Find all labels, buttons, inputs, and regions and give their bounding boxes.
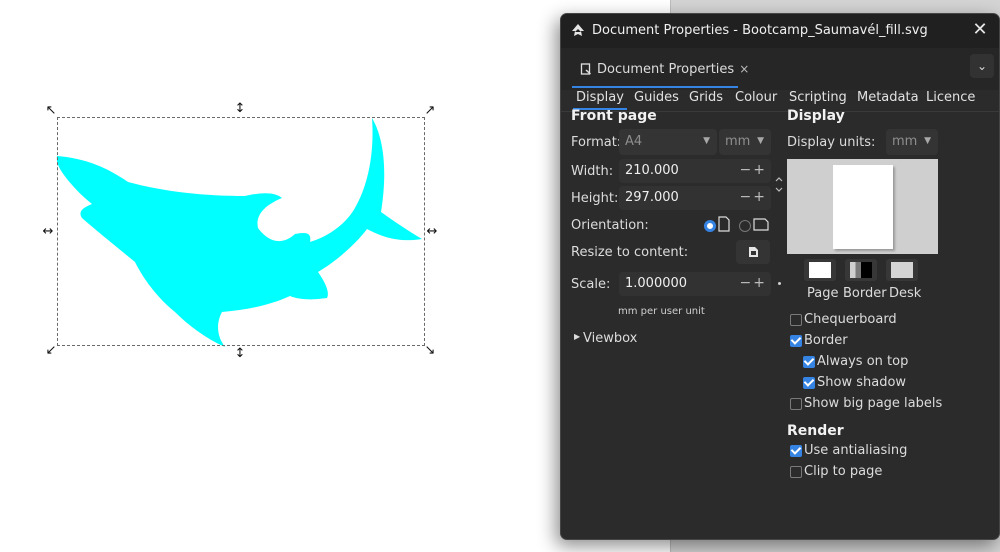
render-heading: Render [787,423,844,439]
link-dimensions-icon[interactable] [774,174,784,196]
ne-scale-handle[interactable]: ↗ [423,104,437,118]
chequerboard-label: Chequerboard [804,312,897,327]
expander-arrow-icon[interactable]: ▶ [574,332,580,341]
tab-licence[interactable]: Licence [926,90,975,105]
antialiasing-label: Use antialiasing [804,443,908,458]
chevron-down-icon: ▼ [757,136,764,146]
tab-scripting[interactable]: Scripting [789,90,847,105]
landscape-page-icon [753,218,769,231]
document-properties-tab[interactable]: Document Properties × [572,55,757,83]
width-value: 210.000 [625,163,679,178]
border-colour-swatch[interactable] [845,259,877,281]
selection-bounding-box [57,117,425,346]
desk-swatch-label: Desk [889,286,922,301]
page-swatch-label: Page [807,286,839,301]
height-field[interactable]: 297.000 −+ [619,186,771,210]
clip-to-page-label: Clip to page [804,464,883,479]
nw-scale-handle[interactable]: ↖ [44,104,58,118]
orientation-label: Orientation: [571,218,649,233]
n-scale-handle[interactable]: ↕ [233,102,247,116]
width-label: Width: [571,164,614,179]
format-label: Format: [571,135,622,150]
format-value: A4 [625,134,643,149]
document-properties-tab-label: Document Properties [597,61,735,77]
clip-to-page-checkbox[interactable] [790,466,802,478]
display-units-label: Display units: [787,135,876,150]
height-stepper[interactable]: −+ [740,189,767,205]
display-heading: Display [787,108,845,124]
se-scale-handle[interactable]: ↘ [423,344,437,358]
big-page-labels-checkbox[interactable] [790,398,802,410]
scale-label: Scale: [571,277,611,292]
scale-field[interactable]: 1.000000 −+ [619,272,771,296]
dialog-title: Document Properties - Bootcamp_Saumavél_… [592,23,928,38]
page-preview-sheet [833,165,893,249]
page-colour-swatch[interactable] [804,259,836,281]
scale-value: 1.000000 [625,276,688,291]
chequerboard-checkbox[interactable] [790,314,802,326]
dock-menu-chevron-icon[interactable]: ⌄ [970,54,994,78]
tab-grids[interactable]: Grids [689,90,723,105]
width-stepper[interactable]: −+ [740,162,767,178]
width-field[interactable]: 210.000 −+ [619,159,771,183]
s-scale-handle[interactable]: ↕ [233,347,247,361]
border-check-label: Border [804,333,848,348]
active-tab-indicator [572,86,738,88]
portrait-page-icon [718,216,730,232]
viewbox-expander[interactable]: Viewbox [583,331,637,346]
border-swatch-label: Border [843,286,887,301]
tab-colour[interactable]: Colour [735,90,777,105]
display-units-select[interactable]: mm ▼ [886,129,938,155]
e-scale-handle[interactable]: ↔ [425,225,439,239]
portrait-radio[interactable] [704,220,716,232]
page-unit-value: mm [725,134,751,149]
document-properties-dialog: Document Properties - Bootcamp_Saumavél_… [560,13,1000,540]
dock-tab-strip: Document Properties × ⌄ [561,48,999,90]
desk-colour-swatch[interactable] [886,259,918,281]
scale-unit-note: mm per user unit [618,306,705,317]
dialog-titlebar[interactable]: Document Properties - Bootcamp_Saumavél_… [561,14,999,48]
tab-guides[interactable]: Guides [634,90,679,105]
big-page-labels-label: Show big page labels [804,396,943,411]
inkscape-app-icon [572,24,584,36]
close-icon[interactable]: ✕ [970,20,990,40]
tab-display[interactable]: Display [573,90,627,110]
tab-metadata[interactable]: Metadata [857,90,919,105]
height-value: 297.000 [625,190,679,205]
chevron-down-icon: ▼ [924,136,931,146]
page-unit-select[interactable]: mm ▼ [719,129,771,155]
tab-close-icon[interactable]: × [739,62,749,76]
scale-indicator-dot [778,282,781,285]
format-select[interactable]: A4 ▼ [619,129,717,155]
always-on-top-label: Always on top [817,354,909,369]
height-label: Height: [571,191,619,206]
resize-to-content-label: Resize to content: [571,245,689,260]
show-shadow-label: Show shadow [817,375,907,390]
w-scale-handle[interactable]: ↔ [41,225,55,239]
border-checkbox[interactable] [790,335,802,347]
document-icon [580,63,591,75]
front-page-heading: Front page [571,108,657,124]
display-units-value: mm [892,134,918,149]
antialiasing-checkbox[interactable] [790,445,802,457]
resize-to-content-button[interactable] [736,240,770,264]
scale-stepper[interactable]: −+ [740,275,767,291]
sw-scale-handle[interactable]: ↙ [44,344,58,358]
always-on-top-checkbox[interactable] [803,356,815,368]
page-preview [787,159,938,254]
chevron-down-icon: ▼ [703,136,710,146]
fit-page-icon [749,247,758,257]
landscape-radio[interactable] [739,220,751,232]
show-shadow-checkbox[interactable] [803,377,815,389]
